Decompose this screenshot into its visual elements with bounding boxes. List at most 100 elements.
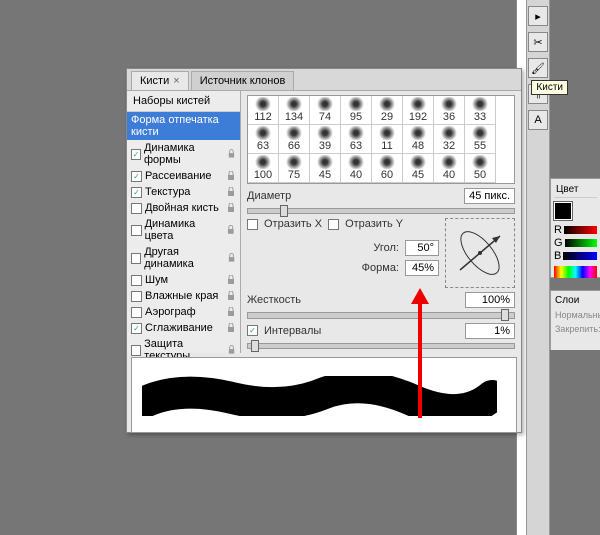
lock-icon [226, 291, 236, 301]
brush-options-sidebar: Наборы кистей Форма отпечатка кисти✓Дина… [127, 91, 241, 353]
brush-preset[interactable]: 36 [434, 96, 465, 125]
tool-arrow-icon[interactable]: ▸ [528, 6, 548, 26]
sidebar-item-label: Влажные края [145, 290, 218, 302]
brush-preset-grid[interactable]: 1121347495291923633 63 6639 63 11 48 32 55 100 75… [247, 95, 515, 184]
brush-size-label: 63 [350, 140, 362, 152]
diameter-value[interactable]: 45 пикс. [464, 188, 515, 204]
flip-y-label: Отразить Y [345, 218, 403, 230]
brush-preset[interactable]: 39 [310, 125, 341, 154]
brush-preset[interactable]: 55 [465, 125, 496, 154]
checkbox[interactable]: ✓ [131, 149, 141, 160]
brush-preset[interactable]: 48 [403, 125, 434, 154]
checkbox[interactable]: ✓ [131, 187, 142, 198]
roundness-value[interactable]: 45% [405, 260, 439, 276]
hardness-value[interactable]: 100% [465, 292, 515, 308]
checkbox[interactable]: ✓ [131, 323, 142, 334]
foreground-swatch[interactable] [554, 202, 572, 220]
brush-preset[interactable]: 45 [310, 154, 341, 183]
sidebar-header[interactable]: Наборы кистей [127, 91, 240, 112]
brush-preset[interactable]: 63 [341, 125, 372, 154]
spacing-checkbox[interactable]: ✓ [247, 325, 258, 336]
brush-size-label: 60 [381, 169, 393, 181]
color-panel-title[interactable]: Цвет [554, 182, 597, 198]
spacing-slider[interactable] [247, 343, 515, 349]
layers-title[interactable]: Слои [553, 293, 598, 308]
brush-preset[interactable]: 11 [372, 125, 403, 154]
brush-preset[interactable]: 29 [372, 96, 403, 125]
brush-preset[interactable]: 112 [248, 96, 279, 125]
sidebar-item-3[interactable]: ✓Текстура [127, 184, 240, 200]
spacing-label: Интервалы [264, 325, 321, 337]
checkbox[interactable] [131, 203, 142, 214]
sidebar-item-2[interactable]: ✓Рассеивание [127, 168, 240, 184]
sidebar-item-1[interactable]: ✓Динамика формы [127, 140, 240, 168]
layers-panel: Слои Нормальный Закрепить: [550, 290, 600, 350]
sidebar-item-4[interactable]: Двойная кисть [127, 200, 240, 216]
brush-preset[interactable]: 50 [465, 154, 496, 183]
tool-scissors-icon[interactable]: ✂ [528, 32, 548, 52]
spectrum-bar[interactable] [554, 266, 597, 278]
angle-value[interactable]: 50° [405, 240, 439, 256]
brush-size-label: 48 [412, 140, 424, 152]
slider-b[interactable] [563, 252, 597, 260]
brush-size-label: 32 [443, 140, 455, 152]
checkbox[interactable] [131, 307, 142, 318]
brush-preset[interactable]: 74 [310, 96, 341, 125]
sidebar-item-label: Рассеивание [145, 170, 212, 182]
brush-preset[interactable]: 95 [341, 96, 372, 125]
tool-text-icon[interactable]: A [528, 110, 548, 130]
checkbox[interactable] [131, 291, 142, 302]
flip-x-checkbox[interactable] [247, 219, 258, 230]
close-icon[interactable]: × [173, 75, 179, 87]
brush-preset[interactable]: 32 [434, 125, 465, 154]
lock-icon [226, 187, 236, 197]
checkbox[interactable] [131, 253, 141, 264]
sidebar-item-6[interactable]: Другая динамика [127, 244, 240, 272]
tab-brushes[interactable]: Кисти× [131, 71, 189, 90]
brush-preset[interactable]: 33 [465, 96, 496, 125]
sidebar-item-label: Шум [145, 274, 168, 286]
flip-y-checkbox[interactable] [328, 219, 339, 230]
brush-preset[interactable]: 192 [403, 96, 434, 125]
slider-g[interactable] [565, 239, 597, 247]
sidebar-item-10[interactable]: ✓Сглаживание [127, 320, 240, 336]
brush-preset[interactable]: 40 [434, 154, 465, 183]
sidebar-item-8[interactable]: Влажные края [127, 288, 240, 304]
sidebar-item-label: Текстура [145, 186, 190, 198]
sidebar-item-7[interactable]: Шум [127, 272, 240, 288]
spacing-value[interactable]: 1% [465, 323, 515, 339]
blend-mode[interactable]: Нормальный [553, 308, 598, 322]
slider-r[interactable] [564, 226, 597, 234]
brush-main: 1121347495291923633 63 6639 63 11 48 32 55 100 75… [241, 91, 521, 353]
lock-icon [226, 275, 236, 285]
brush-preset[interactable]: 40 [341, 154, 372, 183]
channel-r: R [554, 224, 562, 236]
brush-preset[interactable]: 134 [279, 96, 310, 125]
brush-size-label: 63 [257, 140, 269, 152]
brush-preset[interactable]: 66 [279, 125, 310, 154]
sidebar-item-0[interactable]: Форма отпечатка кисти [127, 112, 240, 140]
brush-size-label: 45 [319, 169, 331, 181]
tool-brushes-icon[interactable]: 🖌 [528, 58, 548, 78]
lock-label: Закрепить: [553, 322, 598, 336]
checkbox[interactable] [131, 225, 142, 236]
brush-preset[interactable]: 45 [403, 154, 434, 183]
tab-clone-source[interactable]: Источник клонов [191, 71, 295, 90]
lock-icon [226, 203, 236, 213]
brush-preset[interactable]: 63 [248, 125, 279, 154]
brush-preset[interactable]: 60 [372, 154, 403, 183]
checkbox[interactable] [131, 275, 142, 286]
sidebar-item-label: Динамика цвета [145, 218, 224, 242]
brush-size-label: 40 [443, 169, 455, 181]
hardness-slider[interactable] [247, 312, 515, 318]
diameter-slider[interactable] [247, 208, 515, 214]
sidebar-item-9[interactable]: Аэрограф [127, 304, 240, 320]
checkbox[interactable] [131, 345, 141, 356]
brush-preset[interactable]: 100 [248, 154, 279, 183]
angle-control[interactable] [445, 218, 515, 288]
checkbox[interactable]: ✓ [131, 171, 142, 182]
brush-size-label: 75 [288, 169, 300, 181]
sidebar-item-5[interactable]: Динамика цвета [127, 216, 240, 244]
diameter-label: Диаметр [247, 190, 291, 202]
brush-preset[interactable]: 75 [279, 154, 310, 183]
